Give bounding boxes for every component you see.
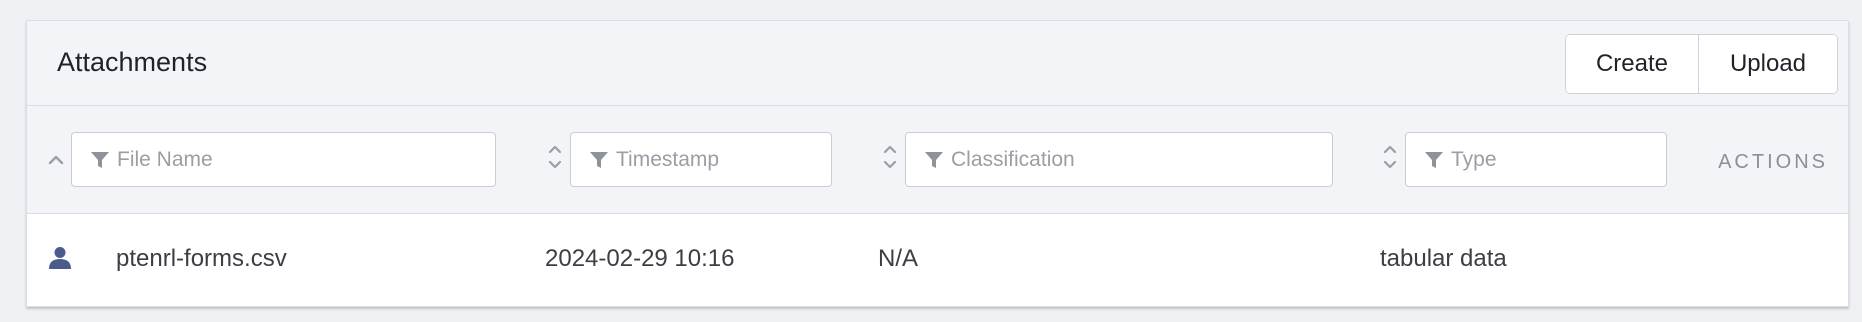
- filter-icon: [1425, 151, 1443, 168]
- file-name-filter-input[interactable]: [117, 147, 456, 172]
- classification-filter-input[interactable]: [951, 147, 1292, 172]
- timestamp-filter[interactable]: [570, 132, 832, 187]
- actions-column-header: ACTIONS: [1718, 151, 1828, 173]
- filter-icon: [91, 151, 109, 168]
- classification-cell: N/A: [878, 245, 919, 272]
- user-icon: [48, 246, 72, 275]
- panel-header: Attachments Create Upload: [27, 21, 1848, 106]
- header-button-group: Create Upload: [1565, 34, 1838, 94]
- filter-icon: [590, 151, 608, 168]
- filter-icon: [925, 151, 943, 168]
- create-button[interactable]: Create: [1566, 35, 1699, 93]
- type-cell: tabular data: [1380, 245, 1507, 272]
- timestamp-cell: 2024-02-29 10:16: [545, 245, 735, 272]
- sort-toggle-icon[interactable]: [546, 142, 564, 172]
- type-filter-input[interactable]: [1451, 147, 1659, 172]
- upload-button[interactable]: Upload: [1699, 35, 1837, 93]
- file-name-cell[interactable]: ptenrl-forms.csv: [116, 244, 287, 274]
- sort-toggle-icon[interactable]: [1381, 142, 1399, 172]
- table-filter-header: ACTIONS: [27, 106, 1848, 214]
- panel-title: Attachments: [57, 47, 208, 77]
- type-filter[interactable]: [1405, 132, 1667, 187]
- file-name-filter[interactable]: [71, 132, 496, 187]
- table-row[interactable]: ptenrl-forms.csv 2024-02-29 10:16 N/A ta…: [27, 214, 1848, 306]
- timestamp-filter-input[interactable]: [616, 147, 824, 172]
- sort-ascending-icon[interactable]: [47, 150, 65, 180]
- classification-filter[interactable]: [905, 132, 1333, 187]
- sort-toggle-icon[interactable]: [881, 142, 899, 172]
- attachments-panel: Attachments Create Upload File Name Time…: [26, 20, 1849, 307]
